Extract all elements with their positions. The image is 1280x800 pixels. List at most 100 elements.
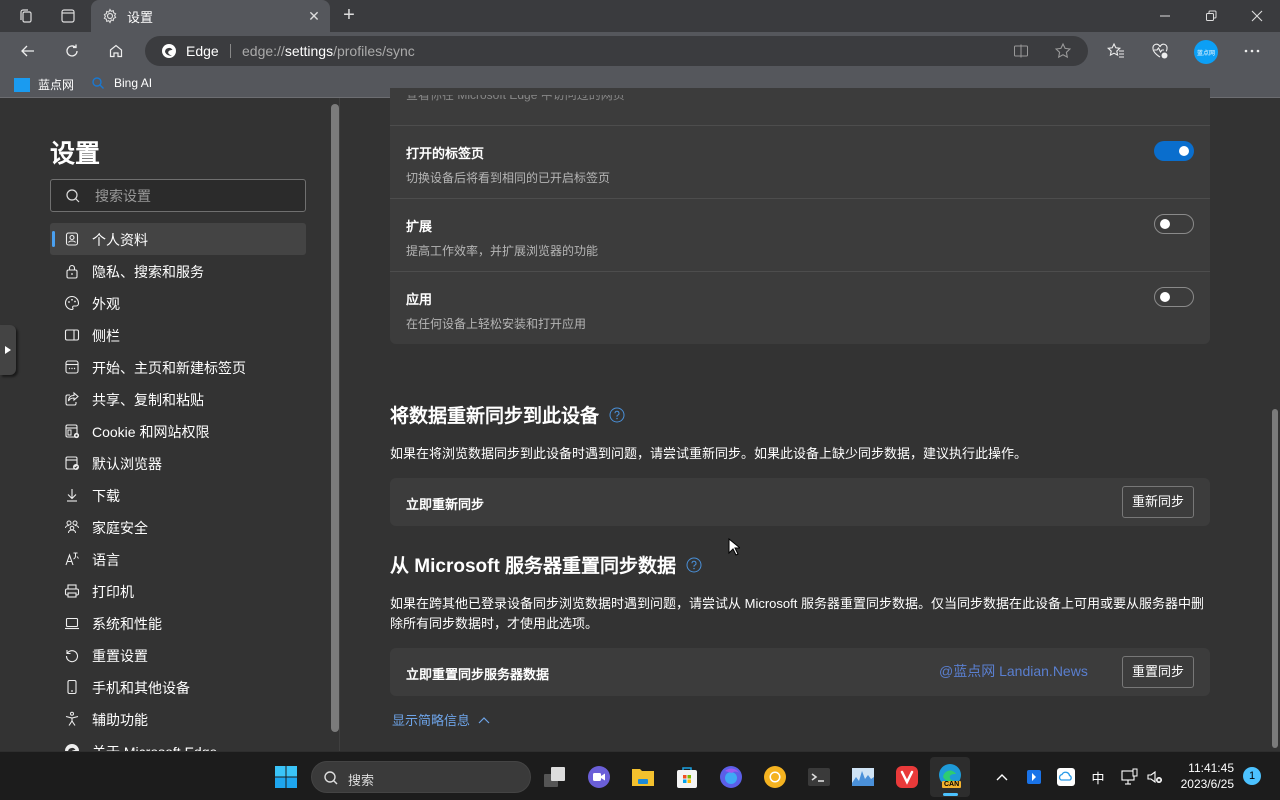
sync-row-apps: 应用 在任何设备上轻松安装和打开应用 xyxy=(390,271,1210,344)
reset-icon xyxy=(64,647,80,663)
volume-muted-icon[interactable] xyxy=(1146,768,1164,786)
settings-search-input[interactable] xyxy=(95,186,295,206)
sidebar-item-lock[interactable]: 隐私、搜索和服务 xyxy=(50,255,306,287)
refresh-button[interactable] xyxy=(59,38,85,64)
tab-settings[interactable]: 设置 ✕ xyxy=(91,0,330,32)
address-brand: Edge xyxy=(186,43,219,59)
sidebar-item-label: 重置设置 xyxy=(92,648,148,664)
show-less-link[interactable]: 显示简略信息 xyxy=(392,710,490,729)
sidebar-item-label: 开始、主页和新建标签页 xyxy=(92,360,246,376)
task-view-icon[interactable] xyxy=(543,765,567,789)
network-icon[interactable] xyxy=(1121,768,1139,786)
sync-row-title: 应用 xyxy=(406,292,433,307)
address-separator xyxy=(230,44,231,58)
sidebar-item-printer[interactable]: 打印机 xyxy=(50,575,306,607)
sidebar-item-reset[interactable]: 重置设置 xyxy=(50,639,306,671)
close-window-button[interactable] xyxy=(1234,0,1280,32)
more-menu-button[interactable] xyxy=(1239,38,1265,64)
toggle-knob xyxy=(1160,292,1170,302)
edge-logo-icon xyxy=(161,43,177,59)
apps-toggle[interactable] xyxy=(1154,287,1194,307)
sync-content: 查看你在 Microsoft Edge 中访问过的网页 打开的标签页 切换设备后… xyxy=(340,88,1270,751)
newtab-icon xyxy=(64,359,80,375)
vertical-tabs-icon[interactable] xyxy=(58,6,78,26)
taskbar-search[interactable]: 搜索 xyxy=(311,761,531,793)
sidebar-item-label: 语言 xyxy=(92,552,120,568)
sidebar-item-label: Cookie 和网站权限 xyxy=(92,424,210,440)
address-bar[interactable]: Edge edge://settings/profiles/sync xyxy=(145,36,1088,66)
search-icon xyxy=(324,771,338,785)
terminal-icon[interactable] xyxy=(807,765,831,789)
back-button[interactable] xyxy=(15,38,41,64)
sidebar-item-cookie-settings[interactable]: Cookie 和网站权限 xyxy=(50,415,306,447)
help-icon[interactable] xyxy=(686,557,702,573)
sidebar-item-language[interactable]: 语言 xyxy=(50,543,306,575)
reset-sync-button[interactable]: 重置同步 xyxy=(1121,656,1194,688)
favorites-button[interactable] xyxy=(1103,38,1129,64)
browser-essentials-button[interactable] xyxy=(1147,38,1173,64)
sidebar-icon xyxy=(64,327,80,343)
sidebar-item-profile[interactable]: 个人资料 xyxy=(50,223,306,255)
store-icon[interactable] xyxy=(675,765,699,789)
sidebar-item-newtab[interactable]: 开始、主页和新建标签页 xyxy=(50,351,306,383)
chrome-canary-icon[interactable] xyxy=(763,765,787,789)
reset-sync-section-title: 从 Microsoft 服务器重置同步数据 xyxy=(390,551,702,578)
sidebar-item-label: 辅助功能 xyxy=(92,712,148,728)
sidebar-item-sidebar[interactable]: 侧栏 xyxy=(50,319,306,351)
open-tabs-toggle[interactable] xyxy=(1154,141,1194,161)
tray-app-icon[interactable] xyxy=(1025,768,1043,786)
sidebar-item-share[interactable]: 共享、复制和粘贴 xyxy=(50,383,306,415)
sidebar-item-label: 隐私、搜索和服务 xyxy=(92,264,204,280)
meet-icon[interactable] xyxy=(587,765,611,789)
sidebar-item-phone[interactable]: 手机和其他设备 xyxy=(50,671,306,703)
resource-monitor-icon[interactable] xyxy=(851,765,875,789)
sidebar-item-default-browser[interactable]: 默认浏览器 xyxy=(50,447,306,479)
file-explorer-icon[interactable] xyxy=(631,765,655,789)
restore-button[interactable] xyxy=(1188,0,1234,32)
default-browser-icon xyxy=(64,455,80,471)
help-icon[interactable] xyxy=(609,407,625,423)
sidebar-scrollbar[interactable] xyxy=(331,104,339,732)
close-tab-icon[interactable]: ✕ xyxy=(306,8,322,24)
sidebar-item-download[interactable]: 下载 xyxy=(50,479,306,511)
url-text[interactable]: edge://settings/profiles/sync xyxy=(242,43,415,59)
show-hidden-icons-chevron-up-icon[interactable] xyxy=(993,768,1011,786)
sidebar-item-accessibility[interactable]: 辅助功能 xyxy=(50,703,306,735)
reset-sync-description: 如果在跨其他已登录设备同步浏览数据时遇到问题，请尝试从 Microsoft 服务… xyxy=(390,596,1204,631)
sidebar-item-label: 系统和性能 xyxy=(92,616,162,632)
gear-icon xyxy=(101,7,119,25)
sidebar-item-palette[interactable]: 外观 xyxy=(50,287,306,319)
taskbar-search-label: 搜索 xyxy=(348,773,375,788)
section-title-text: 将数据重新同步到此设备 xyxy=(390,406,600,427)
firefox-icon[interactable] xyxy=(719,765,743,789)
settings-search[interactable] xyxy=(50,179,306,212)
extensions-toggle[interactable] xyxy=(1154,214,1194,234)
sidebar-expand-handle[interactable] xyxy=(0,325,16,375)
share-icon xyxy=(64,391,80,407)
start-button[interactable] xyxy=(274,765,298,789)
sync-row-title: 打开的标签页 xyxy=(406,146,485,161)
new-tab-button[interactable]: + xyxy=(338,5,360,27)
profile-avatar[interactable]: 蓝点网 xyxy=(1194,40,1218,64)
sync-row-open-tabs: 打开的标签页 切换设备后将看到相同的已开启标签页 xyxy=(390,125,1210,198)
split-screen-icon[interactable] xyxy=(1013,43,1029,59)
workspaces-icon[interactable] xyxy=(16,6,36,26)
taskbar-clock[interactable]: 11:41:45 2023/6/25 xyxy=(1178,760,1234,792)
avatar-text: 蓝点网 xyxy=(1196,50,1215,57)
main-scrollbar[interactable] xyxy=(1272,409,1278,748)
sidebar-item-family[interactable]: 家庭安全 xyxy=(50,511,306,543)
sidebar-item-laptop[interactable]: 系统和性能 xyxy=(50,607,306,639)
notification-badge[interactable]: 1 xyxy=(1243,767,1261,785)
vivaldi-icon[interactable] xyxy=(895,765,919,789)
bookmark-landian[interactable]: 蓝点网 xyxy=(14,76,74,93)
ime-indicator[interactable]: 中 xyxy=(1089,768,1107,786)
minimize-button[interactable] xyxy=(1142,0,1188,32)
sync-items-card: 查看你在 Microsoft Edge 中访问过的网页 打开的标签页 切换设备后… xyxy=(390,88,1210,344)
favorite-star-icon[interactable] xyxy=(1054,42,1072,60)
resync-button[interactable]: 重新同步 xyxy=(1121,486,1194,518)
cloud-sync-icon[interactable] xyxy=(1057,768,1075,786)
edge-canary-taskbar-button[interactable]: CAN xyxy=(930,757,970,797)
bookmark-bing-ai[interactable]: Bing AI xyxy=(91,76,152,90)
settings-page: 设置 个人资料隐私、搜索和服务外观侧栏开始、主页和新建标签页共享、复制和粘贴 Co… xyxy=(0,88,1280,760)
home-button[interactable] xyxy=(103,38,129,64)
